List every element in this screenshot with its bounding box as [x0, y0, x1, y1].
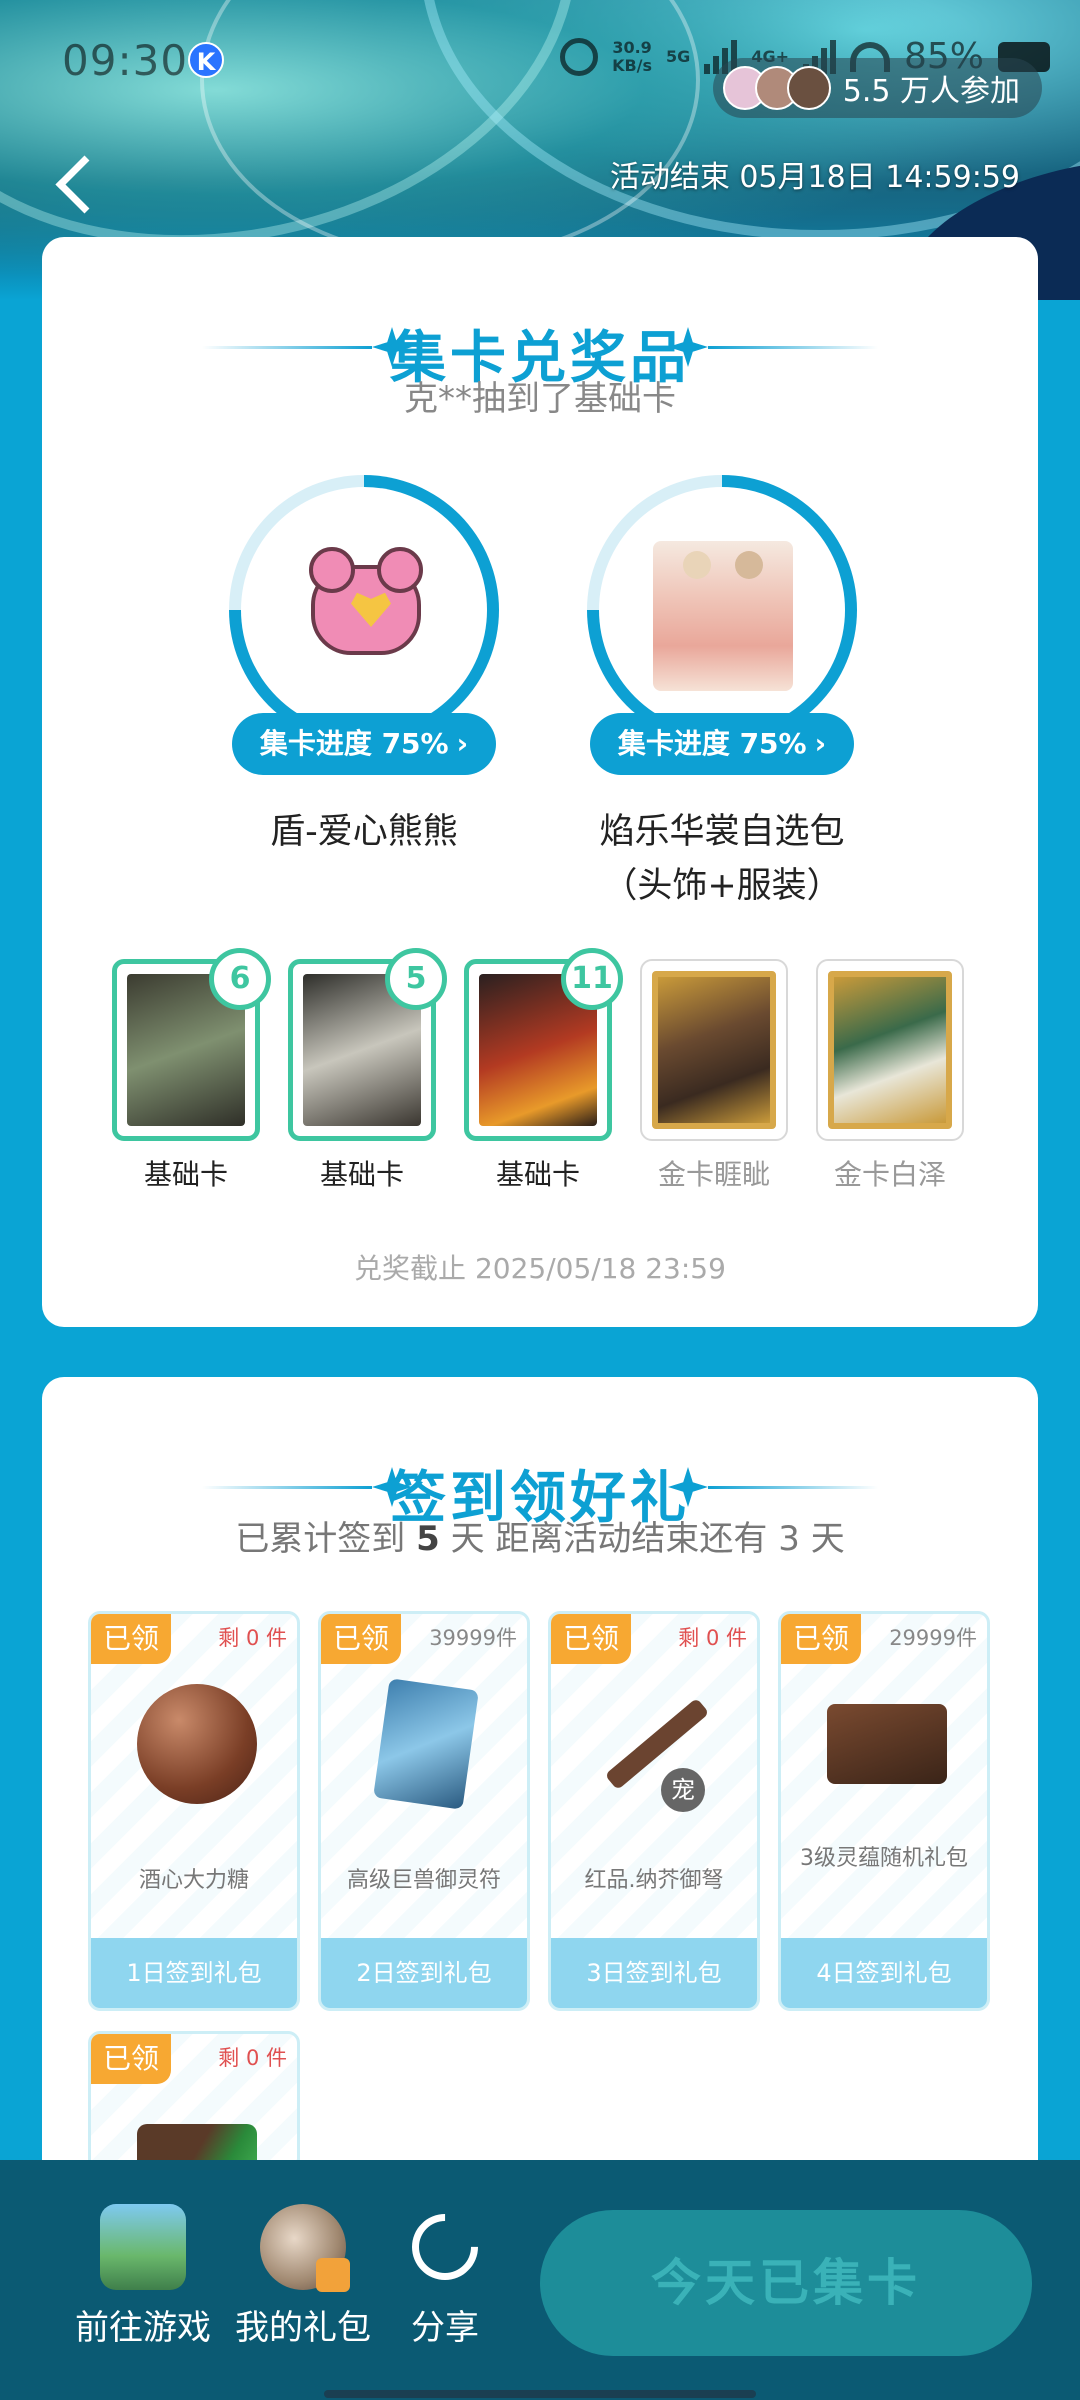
prize-name-line: 盾-爱心熊熊 [270, 812, 458, 852]
summary-text: 已累计签到 [235, 1519, 406, 1559]
game-icon [100, 2204, 186, 2290]
chevron-right-icon: › [814, 727, 827, 760]
gift-stock: 剩 0 件 [218, 2046, 287, 2070]
bottom-action-bar: 前往游戏 我的礼包 分享 今天已集卡 [0, 2160, 1080, 2400]
claimed-badge: 已领 [781, 1614, 861, 1664]
signin-gift[interactable]: 已领 29999件 3级灵蕴随机礼包 4日签到礼包 [778, 1611, 990, 2011]
net-speed-unit: KB/s [612, 55, 653, 75]
my-gifts-button[interactable]: 我的礼包 [228, 2204, 378, 2349]
gift-bag-icon [260, 2204, 350, 2292]
share-label: 分享 [411, 2308, 479, 2348]
participant-avatars [722, 66, 831, 110]
claimed-badge: 已领 [91, 1614, 171, 1664]
back-button[interactable] [50, 150, 110, 220]
gift-day-label: 1日签到礼包 [91, 1938, 297, 2008]
net-speed: 30.9 KB/s [612, 37, 653, 75]
participants-badge: 5.5 万人参加 [712, 58, 1042, 118]
card-thumbnail [640, 959, 788, 1141]
signin-gift[interactable]: 已领 剩 0 件 酒心大力糖 1日签到礼包 [88, 1611, 300, 2011]
gift-name: 酒心大力糖 [138, 1868, 249, 1893]
collect-progress-button[interactable]: 集卡进度 75% › [232, 713, 496, 775]
card-label: 金卡睚眦 [657, 1158, 770, 1191]
chocolate-candy-image [137, 1684, 257, 1804]
card-count-badge: 5 [385, 948, 447, 1010]
pet-tag-icon: 宠 [661, 1768, 705, 1812]
progress-ring: 集卡进度 75% › [587, 475, 857, 775]
card-label: 基础卡 [319, 1158, 404, 1191]
status-time: 09:30 [62, 36, 189, 85]
progress-ring: 集卡进度 75% › [229, 475, 499, 775]
collect-progress-button[interactable]: 集卡进度 75% › [590, 713, 854, 775]
card-label: 金卡白泽 [833, 1158, 946, 1191]
draw-broadcast: 克**抽到了基础卡 [404, 379, 676, 419]
card-thumbnail: 11 [464, 948, 623, 1141]
chevron-right-icon: › [456, 727, 469, 760]
avatar [786, 66, 831, 110]
summary-days: 5 [416, 1519, 440, 1559]
signin-summary: 已累计签到 5 天 距离活动结束还有 3 天 [42, 1511, 1038, 1560]
treasure-chest-image [827, 1704, 947, 1784]
collect-cards-panel: 集卡兑奖品 克**抽到了基础卡 集卡进度 75% › 盾-爱心熊熊 集卡进度 75… [42, 237, 1038, 1327]
golden-card-art [652, 971, 776, 1129]
collect-today-button[interactable]: 今天已集卡 [540, 2210, 1032, 2356]
card-thumbnail: 5 [288, 948, 447, 1141]
prize-name: 盾-爱心熊熊 [224, 805, 504, 859]
progress-label: 集卡进度 75% [617, 727, 807, 760]
share-button[interactable]: 分享 [398, 2200, 492, 2349]
card-count-badge: 11 [561, 948, 623, 1010]
card-thumbnail [816, 959, 964, 1141]
participants-count: 5.5 万人参加 [842, 74, 1020, 109]
heart-bear-shield-image [309, 547, 423, 655]
go-to-game-label: 前往游戏 [75, 2308, 211, 2348]
card-count-badge: 6 [209, 948, 271, 1010]
app-notification-icon: K [188, 42, 224, 78]
event-end-time: 活动结束 05月18日 14:59:59 [609, 160, 1020, 195]
my-gifts-label: 我的礼包 [235, 2308, 371, 2348]
gift-day-label: 2日签到礼包 [321, 1938, 527, 2008]
prize-name: 焰乐华裳自选包 （头饰+服装） [582, 805, 862, 913]
collect-card[interactable]: 金卡白泽 [816, 959, 964, 1193]
go-to-game-button[interactable]: 前往游戏 [48, 2204, 238, 2349]
gift-box-icon [316, 2258, 350, 2292]
share-icon [398, 2200, 492, 2294]
claimed-badge: 已领 [321, 1614, 401, 1664]
gift-stock: 剩 0 件 [678, 1626, 747, 1650]
net-speed-value: 30.9 [612, 37, 652, 57]
collect-card[interactable]: 5 基础卡 [288, 948, 447, 1193]
summary-text: 天 距离活动结束还有 [450, 1519, 768, 1559]
redeem-deadline: 兑奖截止 2025/05/18 23:59 [354, 1252, 726, 1285]
gift-day-label: 4日签到礼包 [781, 1938, 987, 2008]
collect-card[interactable]: 6 基础卡 [112, 948, 271, 1193]
summary-text: 天 [810, 1519, 845, 1559]
claimed-badge: 已领 [551, 1614, 631, 1664]
beast-talisman-image [373, 1678, 479, 1810]
home-indicator[interactable] [324, 2390, 756, 2398]
gift-stock: 29999件 [889, 1626, 977, 1650]
prize-item[interactable]: 集卡进度 75% › 盾-爱心熊熊 [224, 475, 504, 859]
gift-day-label: 3日签到礼包 [551, 1938, 757, 2008]
gift-name: 红品.纳芥御弩 [584, 1868, 724, 1893]
summary-remaining: 3 [778, 1519, 800, 1559]
prize-item[interactable]: 集卡进度 75% › 焰乐华裳自选包 （头饰+服装） [582, 475, 862, 913]
prize-name-line: 焰乐华裳自选包 [599, 812, 845, 852]
card-label: 基础卡 [143, 1158, 228, 1191]
golden-card-art [828, 971, 952, 1129]
outfit-pack-image [653, 541, 793, 691]
collect-card[interactable]: 11 基础卡 [464, 948, 623, 1193]
collect-card[interactable]: 金卡睚眦 [640, 959, 788, 1193]
network-5g: 5G [666, 47, 691, 66]
gift-name: 高级巨兽御灵符 [346, 1868, 501, 1893]
card-label: 基础卡 [495, 1158, 580, 1191]
prize-name-line-2: （头饰+服装） [602, 866, 842, 906]
signin-gift[interactable]: 已领 剩 0 件 宠 红品.纳芥御弩 3日签到礼包 [548, 1611, 760, 2011]
card-thumbnail: 6 [112, 948, 271, 1141]
gift-stock: 剩 0 件 [218, 1626, 287, 1650]
gift-stock: 39999件 [429, 1626, 517, 1650]
alarm-icon [560, 37, 599, 76]
gift-name: 3级灵蕴随机礼包 [800, 1846, 968, 1871]
claimed-badge: 已领 [91, 2034, 171, 2084]
progress-label: 集卡进度 75% [259, 727, 449, 760]
signin-gift[interactable]: 已领 39999件 高级巨兽御灵符 2日签到礼包 [318, 1611, 530, 2011]
